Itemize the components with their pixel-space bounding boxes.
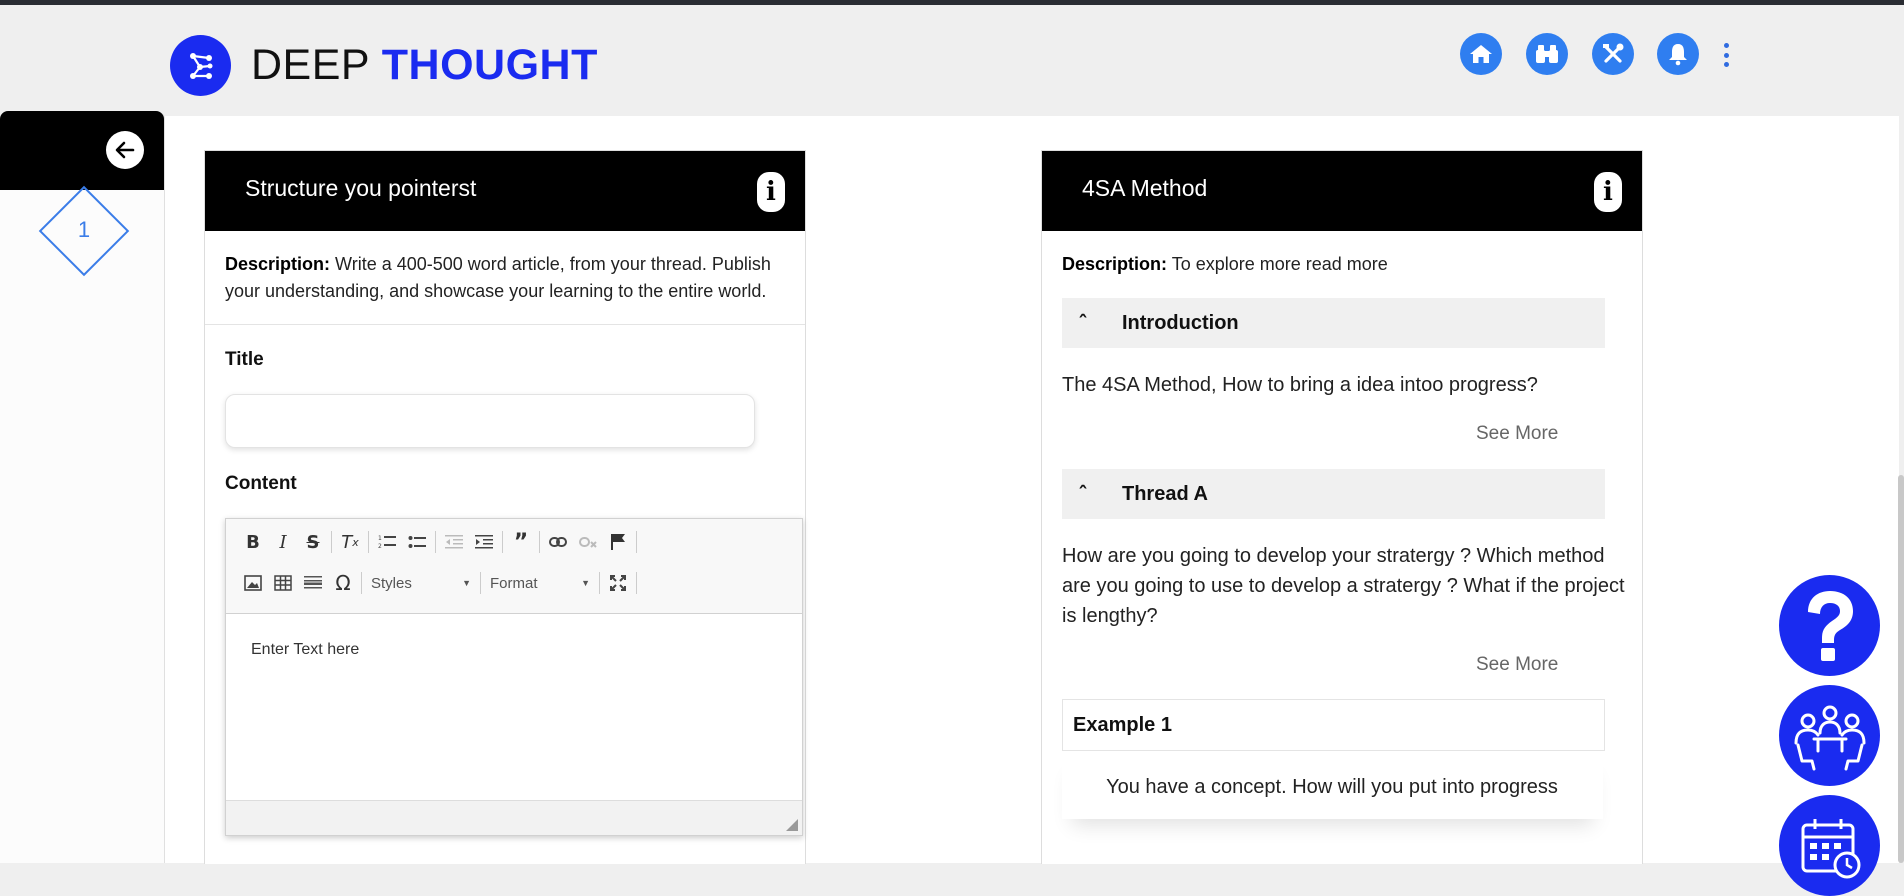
top-edge-bar — [0, 0, 1904, 5]
special-character-icon[interactable]: Ω — [328, 568, 358, 598]
description-text: To explore more read more — [1171, 254, 1388, 274]
info-icon[interactable]: i — [757, 172, 785, 212]
table-icon[interactable] — [268, 568, 298, 598]
horizontal-line-icon[interactable] — [298, 568, 328, 598]
brand-name-part1: DEEP — [251, 41, 370, 89]
italic-icon[interactable]: I — [268, 527, 298, 557]
binoculars-icon[interactable] — [1526, 33, 1568, 75]
description-label: Description: — [1062, 254, 1168, 274]
styles-dropdown-label: Styles — [371, 574, 412, 592]
example-label: Example 1 — [1073, 714, 1172, 736]
bell-icon[interactable] — [1657, 33, 1699, 75]
flag-icon[interactable] — [603, 527, 633, 557]
team-meeting-icon[interactable] — [1779, 685, 1880, 786]
see-more-link[interactable]: See More — [1476, 654, 1558, 676]
sidebar-header — [0, 111, 164, 190]
title-label: Title — [225, 349, 264, 370]
info-icon[interactable]: i — [1594, 172, 1622, 212]
method-card: 4SA Method i Description: To explore mor… — [1041, 150, 1643, 864]
bold-icon[interactable]: B — [238, 527, 268, 557]
link-icon[interactable] — [543, 527, 573, 557]
brand-name-part2: THOUGHT — [381, 41, 598, 89]
outdent-icon[interactable] — [439, 527, 469, 557]
chevron-up-icon: ˆ — [1078, 482, 1088, 506]
arrow-left-icon[interactable] — [106, 131, 144, 169]
accordion-label: Introduction — [1122, 312, 1239, 334]
unlink-icon[interactable] — [573, 527, 603, 557]
step-number[interactable]: 1 — [52, 217, 116, 243]
chevron-up-icon: ˆ — [1078, 311, 1088, 335]
chevron-down-icon: ▼ — [462, 578, 471, 588]
numbered-list-icon[interactable]: 12 — [372, 527, 402, 557]
home-icon[interactable] — [1460, 33, 1502, 75]
description-label: Description: — [225, 254, 331, 274]
help-question-icon[interactable] — [1779, 575, 1880, 676]
see-more-link[interactable]: See More — [1476, 423, 1558, 445]
article-description: Description: Write a 400-500 word articl… — [225, 251, 785, 305]
example-box: Example 1 — [1062, 699, 1605, 751]
method-card-header: 4SA Method i — [1042, 151, 1642, 231]
rich-text-editor: B I S Tx 12 ” Ω Styles ▼ Format ▼ Enter … — [225, 518, 803, 836]
brand-logo: DEEP THOUGHT — [251, 40, 598, 90]
svg-text:1: 1 — [378, 535, 382, 542]
resize-handle-icon[interactable] — [786, 819, 798, 831]
editor-content-area[interactable]: Enter Text here — [251, 641, 359, 659]
accordion-body-text: How are you going to develop your strate… — [1062, 545, 1625, 627]
method-description: Description: To explore more read more — [1062, 251, 1622, 278]
accordion-header-thread-a[interactable]: ˆ Thread A — [1062, 469, 1605, 519]
more-vertical-icon[interactable] — [1722, 43, 1730, 67]
accordion-header-introduction[interactable]: ˆ Introduction — [1062, 298, 1605, 348]
format-dropdown-label: Format — [490, 574, 538, 592]
article-card-header: Structure you pointerst i — [205, 151, 805, 231]
accordion-label: Thread A — [1122, 483, 1208, 505]
logo-icon[interactable] — [170, 35, 231, 96]
strikethrough-icon[interactable]: S — [298, 527, 328, 557]
bulleted-list-icon[interactable] — [402, 527, 432, 557]
article-card-title: Structure you pointerst — [245, 175, 477, 201]
calendar-icon[interactable] — [1779, 795, 1880, 896]
content-label: Content — [225, 473, 297, 494]
blockquote-icon[interactable]: ” — [506, 527, 536, 557]
accordion-body-text: The 4SA Method, How to bring a idea into… — [1062, 374, 1538, 396]
chevron-down-icon: ▼ — [581, 578, 590, 588]
indent-icon[interactable] — [469, 527, 499, 557]
page-scrollbar[interactable] — [1898, 475, 1904, 863]
tools-icon[interactable] — [1592, 33, 1634, 75]
svg-text:2: 2 — [378, 543, 382, 550]
title-input[interactable] — [225, 394, 755, 448]
step-sidebar: 1 — [0, 111, 165, 863]
article-card: Structure you pointerst i Description: W… — [204, 150, 806, 864]
image-icon[interactable] — [238, 568, 268, 598]
example-text: You have a concept. How will you put int… — [1106, 776, 1558, 798]
method-card-title: 4SA Method — [1082, 175, 1208, 201]
maximize-icon[interactable] — [603, 568, 633, 598]
editor-statusbar — [226, 800, 802, 835]
divider — [205, 324, 805, 325]
remove-format-icon[interactable]: Tx — [335, 527, 365, 557]
format-dropdown[interactable]: Format ▼ — [484, 570, 596, 596]
editor-toolbar: B I S Tx 12 ” Ω Styles ▼ Format ▼ — [226, 519, 802, 614]
styles-dropdown[interactable]: Styles ▼ — [365, 570, 477, 596]
